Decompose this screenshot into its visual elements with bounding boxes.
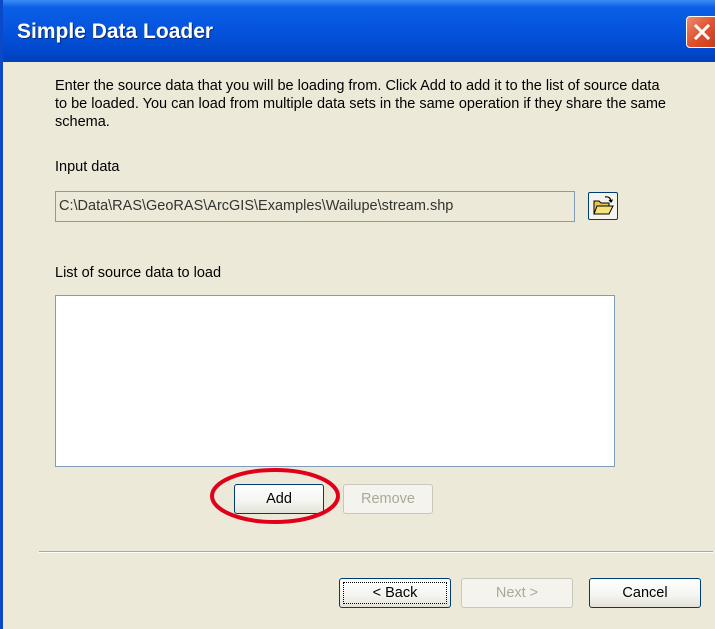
open-folder-icon (593, 196, 614, 215)
annotation-circle (210, 468, 340, 524)
back-button[interactable]: < Back (339, 578, 451, 608)
cancel-button-label: Cancel (622, 585, 668, 601)
cancel-button[interactable]: Cancel (589, 578, 701, 608)
remove-button[interactable]: Remove (343, 484, 433, 514)
instructions-text: Enter the source data that you will be l… (55, 78, 666, 130)
next-button-label: Next > (495, 585, 539, 601)
remove-button-label: Remove (361, 491, 415, 507)
title-bar[interactable]: Simple Data Loader (3, 0, 715, 62)
input-data-label: Input data (55, 159, 120, 175)
window-title: Simple Data Loader (17, 20, 214, 43)
back-button-label: < Back (372, 585, 418, 601)
source-list-label: List of source data to load (55, 265, 222, 281)
source-data-list[interactable] (55, 295, 615, 467)
close-button[interactable] (686, 16, 715, 48)
next-button[interactable]: Next > (461, 578, 573, 608)
dialog-window: Simple Data Loader Enter the source data… (0, 0, 715, 629)
close-icon (693, 23, 711, 41)
browse-button[interactable] (588, 192, 618, 220)
footer-divider (39, 551, 713, 553)
input-data-field[interactable]: C:\Data\RAS\GeoRAS\ArcGIS\Examples\Wailu… (55, 191, 575, 222)
